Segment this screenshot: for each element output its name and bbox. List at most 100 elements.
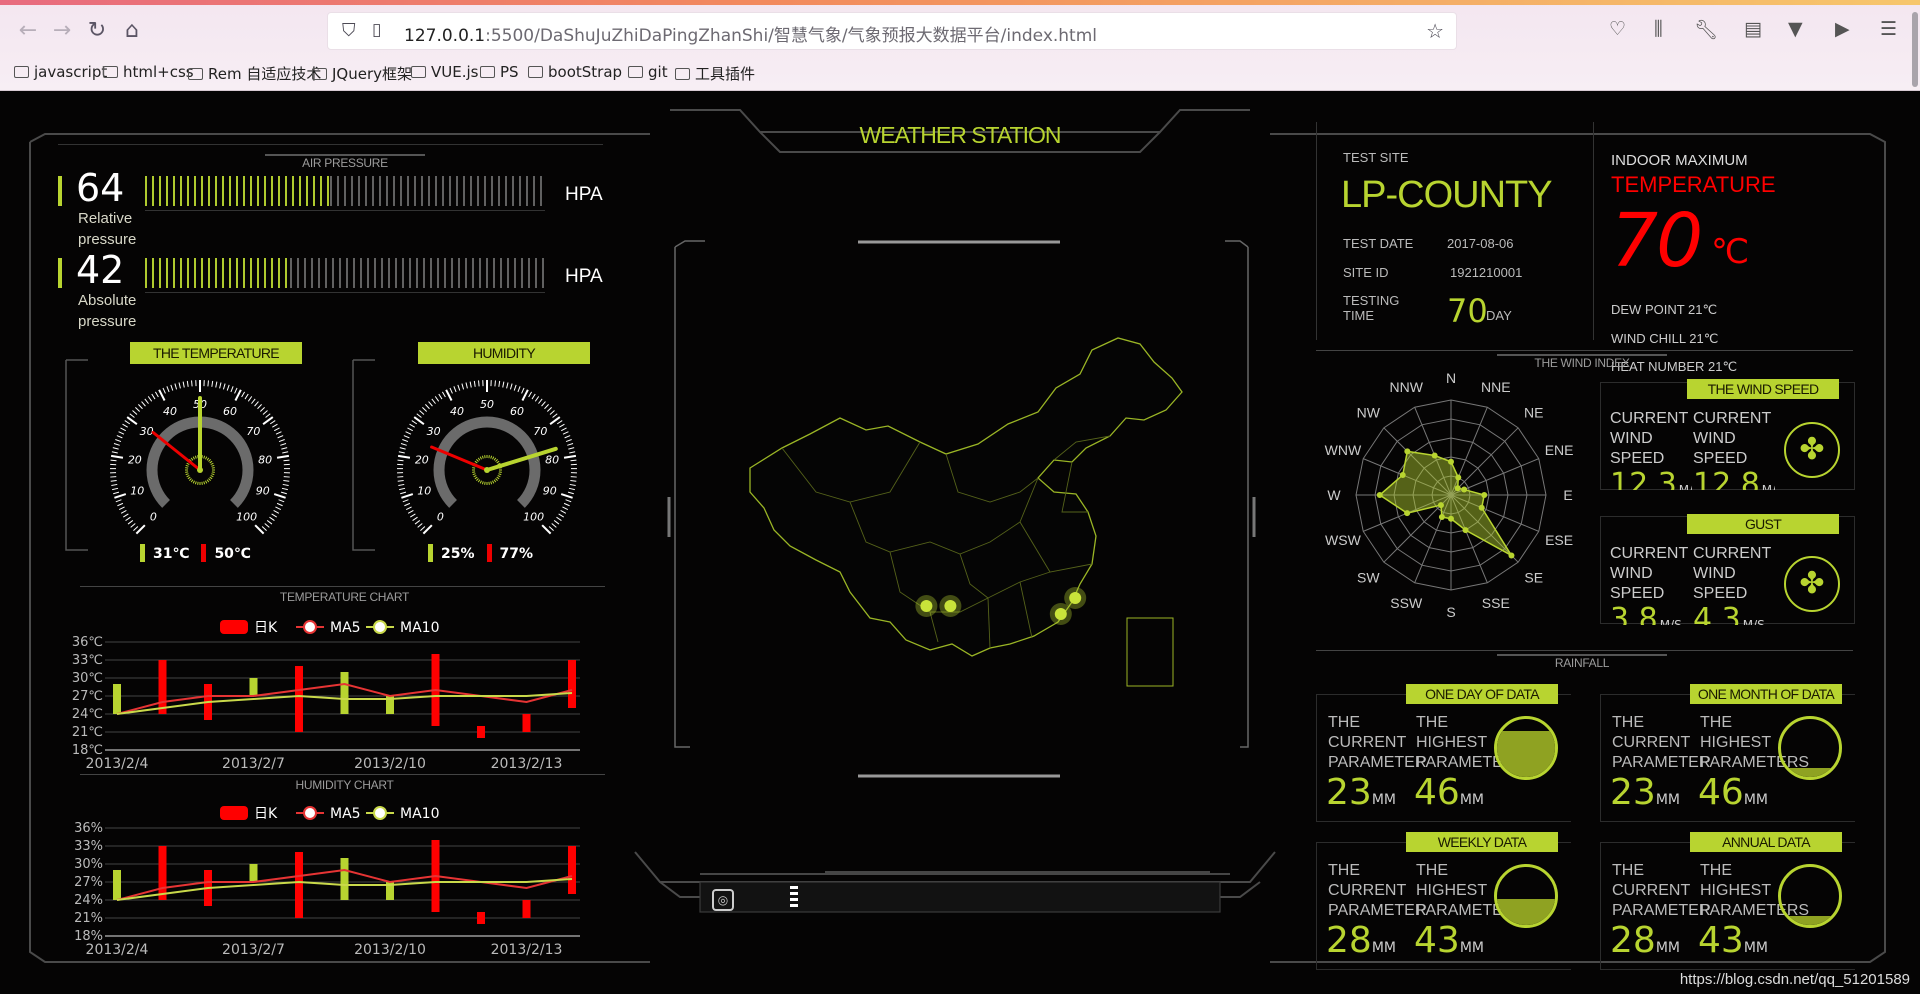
gauge-tick-label: 20 bbox=[415, 454, 429, 467]
gauge-center-tick bbox=[192, 480, 195, 484]
sidebar-icon[interactable]: ▤ bbox=[1744, 18, 1762, 40]
gauge-tick bbox=[551, 523, 557, 528]
folder-icon bbox=[528, 66, 543, 78]
gauge-tick bbox=[278, 439, 285, 443]
radar-direction-label: NNE bbox=[1481, 379, 1511, 395]
rainfall-highest: 46MM bbox=[1698, 772, 1768, 813]
gauge-tick bbox=[401, 493, 414, 499]
rainfall-label: THE bbox=[1612, 862, 1644, 879]
wind-speed-title: THE WIND SPEED bbox=[1687, 379, 1839, 399]
pocket-icon[interactable]: ♡ bbox=[1609, 18, 1626, 40]
library-icon[interactable]: ⫼ bbox=[1654, 18, 1663, 40]
bookmark-label: PS bbox=[500, 63, 519, 81]
folder-icon bbox=[103, 66, 118, 78]
url-text[interactable]: 127.0.0.1:5500/DaShuJuZhiDaPingZhanShi/智… bbox=[404, 21, 1097, 46]
label-col2: CURRENT bbox=[1693, 545, 1772, 562]
testing-time-unit: DAY bbox=[1486, 308, 1512, 323]
y-tick-label: 36% bbox=[74, 821, 103, 836]
gauge-tick bbox=[534, 396, 540, 402]
shield-icon[interactable]: ⛉ bbox=[342, 20, 356, 41]
gauge-tick-label: 40 bbox=[163, 405, 177, 418]
play-icon[interactable]: ▶ bbox=[1835, 18, 1850, 40]
fingerprint-icon[interactable]: ◎ bbox=[712, 889, 734, 911]
relative-pressure-label-2: pressure bbox=[78, 231, 137, 248]
pressure-marker bbox=[58, 176, 62, 206]
gauge-tick bbox=[568, 447, 575, 450]
gauge-tick bbox=[124, 420, 131, 425]
candle-bar bbox=[158, 660, 167, 714]
radar-point bbox=[1508, 552, 1515, 559]
url-host: 127.0.0.1 bbox=[404, 26, 486, 46]
forward-icon[interactable]: → bbox=[48, 17, 76, 45]
bookmark-star-icon[interactable]: ☆ bbox=[1426, 19, 1444, 43]
divider bbox=[145, 292, 545, 293]
radar-point bbox=[1448, 458, 1454, 465]
home-icon[interactable]: ⌂ bbox=[118, 17, 146, 45]
gauge-tick bbox=[567, 443, 574, 446]
value-unit: M/S bbox=[1678, 483, 1692, 490]
dashboard: WEATHER STATION AIR PRESSURE 64 Relative… bbox=[0, 92, 1920, 994]
gauge-tick bbox=[461, 383, 465, 390]
indoor-label: INDOOR MAXIMUM bbox=[1611, 152, 1748, 169]
bookmark-6[interactable]: bootStrap bbox=[528, 63, 622, 83]
address-bar[interactable]: ⛉ ▯ 127.0.0.1:5500/DaShuJuZhiDaPingZhanS… bbox=[327, 12, 1457, 50]
gauge-center-tick bbox=[481, 481, 484, 485]
wind-chill: WIND CHILL 21℃ bbox=[1611, 331, 1719, 346]
divider bbox=[145, 210, 545, 211]
wrench-icon[interactable]: 🔧︎ bbox=[1694, 18, 1718, 41]
reload-icon[interactable]: ↻ bbox=[83, 17, 111, 45]
bookmark-label: VUE.js bbox=[431, 63, 479, 81]
radar-direction-label: WSW bbox=[1325, 532, 1362, 548]
gauge-tick-label: 20 bbox=[128, 454, 142, 467]
gauge-tick bbox=[118, 431, 125, 435]
gauge-tick bbox=[191, 380, 193, 387]
wind-radar-chart: N NNE NE ENE E ESE SE SSE S SSW SW WSW W WNW NW NNW bbox=[1325, 370, 1574, 620]
gauge-center-tick bbox=[206, 479, 210, 483]
gauge-tick bbox=[272, 423, 278, 428]
gauge-tick bbox=[261, 526, 267, 531]
bookmark-7[interactable]: git bbox=[628, 63, 668, 83]
bookmark-4[interactable]: VUE.js bbox=[411, 63, 478, 83]
back-icon[interactable]: ← bbox=[14, 17, 42, 45]
gauge-tick bbox=[178, 382, 181, 389]
y-tick-label: 27℃ bbox=[72, 689, 103, 704]
legend-marker bbox=[303, 620, 317, 634]
gauge-tick bbox=[453, 386, 457, 393]
fan-icon: ✤ bbox=[1784, 422, 1840, 478]
rainfall-gauge-fill bbox=[1781, 916, 1839, 925]
scrollbar[interactable] bbox=[1908, 0, 1920, 91]
bookmark-2[interactable]: Rem 自适应技术 bbox=[188, 63, 321, 83]
bookmark-3[interactable]: JQuery框架 bbox=[312, 63, 412, 83]
bookmark-5[interactable]: PS bbox=[480, 63, 519, 83]
bookmark-1[interactable]: html+css bbox=[103, 63, 194, 83]
label-col1: WIND bbox=[1610, 430, 1653, 447]
gauge-tick bbox=[111, 451, 118, 454]
gauge-tick bbox=[570, 480, 577, 482]
gauge-tick bbox=[398, 483, 405, 486]
map-marker bbox=[944, 600, 957, 612]
bookmark-label: javascript bbox=[34, 63, 108, 81]
test-date-value: 2017-08-06 bbox=[1447, 236, 1514, 251]
gauge-tick bbox=[402, 439, 409, 443]
y-tick-label: 30% bbox=[74, 857, 103, 872]
gauge-center-tick bbox=[496, 476, 500, 480]
gauge-tick bbox=[465, 382, 468, 389]
gauge-center-tick bbox=[186, 462, 190, 465]
menu-icon[interactable]: ☰ bbox=[1880, 18, 1897, 40]
extension-icon[interactable]: ▼ bbox=[1788, 18, 1803, 40]
temperature-chart-title: TEMPERATURE CHART bbox=[279, 590, 410, 604]
bookmark-label: html+css bbox=[123, 63, 194, 81]
gauge-tick bbox=[112, 447, 119, 450]
value-unit: M/S bbox=[1761, 483, 1775, 490]
bookmark-0[interactable]: javascript bbox=[14, 63, 107, 83]
rainfall-unit: MM bbox=[1743, 940, 1768, 956]
gauge-center-tick bbox=[190, 479, 194, 483]
gauge-tick bbox=[275, 506, 282, 511]
gauge-tick bbox=[278, 499, 285, 503]
gauge-tick bbox=[403, 435, 410, 439]
bookmark-8[interactable]: 工具插件 bbox=[675, 63, 755, 83]
gauge-tick bbox=[158, 389, 166, 401]
x-tick-label: 2013/2/7 bbox=[222, 942, 285, 958]
rainfall-panel-title: ANNUAL DATA bbox=[1690, 832, 1842, 852]
gauge-tick bbox=[546, 407, 552, 412]
